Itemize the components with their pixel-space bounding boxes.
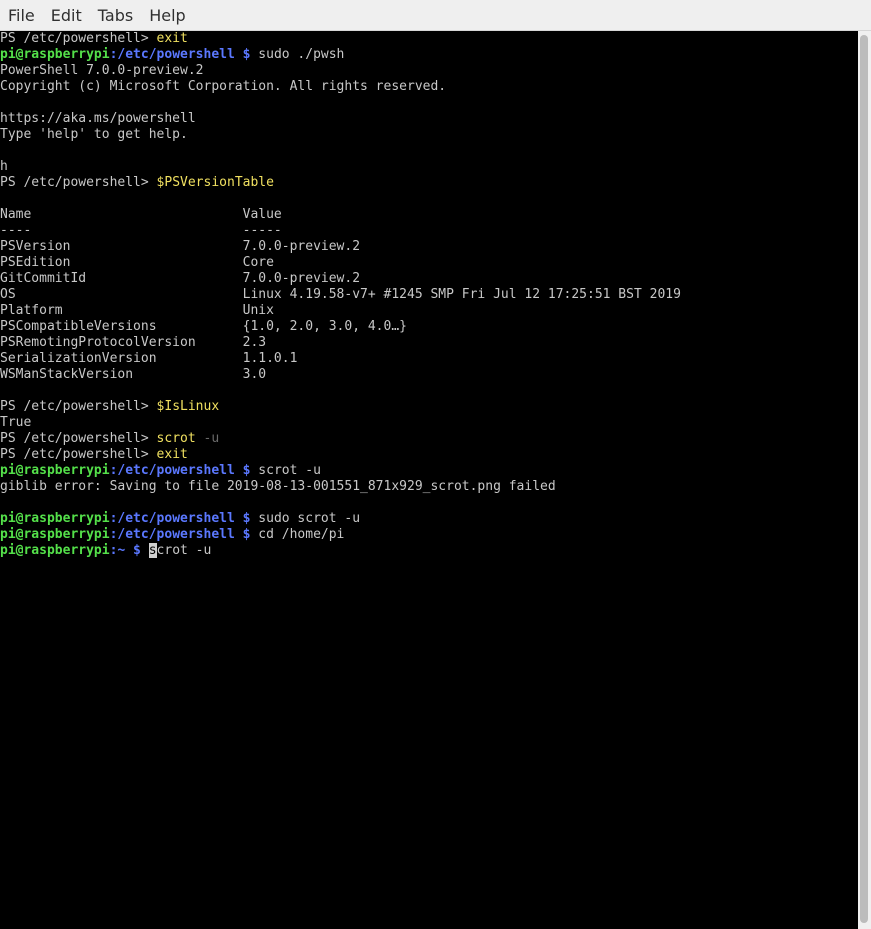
terminal-text: Copyright (c) Microsoft Corporation. All…: [0, 79, 447, 94]
terminal-line: GitCommitId 7.0.0-preview.2: [0, 271, 858, 287]
terminal-line: Copyright (c) Microsoft Corporation. All…: [0, 79, 858, 95]
terminal-text: crot -u: [156, 543, 212, 558]
terminal-cursor: s: [148, 543, 157, 558]
terminal-text: PSCompatibleVersions {1.0, 2.0, 3.0, 4.0…: [0, 319, 407, 334]
terminal-text: https://aka.ms/powershell: [0, 111, 196, 126]
terminal-text: Type 'help' to get help.: [0, 127, 188, 142]
terminal-line: pi@raspberrypi:/etc/powershell $ scrot -…: [0, 463, 858, 479]
terminal-line: Type 'help' to get help.: [0, 127, 858, 143]
terminal-line: PS /etc/powershell> scrot -u: [0, 431, 858, 447]
terminal-text: ---- -----: [0, 223, 282, 238]
terminal-text: giblib error: Saving to file 2019-08-13-…: [0, 479, 556, 494]
terminal-line: pi@raspberrypi:/etc/powershell $ sudo ./…: [0, 47, 858, 63]
terminal-text: pi@raspberrypi: [0, 463, 110, 478]
terminal-line: Platform Unix: [0, 303, 858, 319]
terminal-line: PS /etc/powershell> $PSVersionTable: [0, 175, 858, 191]
terminal-text: sudo scrot -u: [250, 511, 361, 526]
terminal-text: OS Linux 4.19.58-v7+ #1245 SMP Fri Jul 1…: [0, 287, 681, 302]
terminal-text: :/etc/powershell $: [109, 47, 251, 62]
terminal-text: pi@raspberrypi: [0, 47, 110, 62]
terminal-text: PS /etc/powershell>: [0, 431, 157, 446]
terminal-text: Platform Unix: [0, 303, 274, 318]
menu-edit[interactable]: Edit: [43, 0, 90, 31]
terminal-line: h: [0, 159, 858, 175]
terminal-lines: PS /etc/powershell> exit pi@raspberrypi:/…: [0, 31, 858, 559]
terminal-text: :/etc/powershell $: [109, 527, 251, 542]
terminal-text: -u: [195, 431, 220, 446]
terminal-text: scrot: [156, 431, 196, 446]
terminal-line: ---- -----: [0, 223, 858, 239]
terminal-text: PS /etc/powershell>: [0, 447, 157, 462]
terminal-line: PowerShell 7.0.0-preview.2: [0, 63, 858, 79]
terminal-line: PSRemotingProtocolVersion 2.3: [0, 335, 858, 351]
menu-tabs[interactable]: Tabs: [90, 0, 141, 31]
terminal-text: sudo ./pwsh: [250, 47, 345, 62]
terminal-text: exit: [156, 31, 188, 46]
terminal-line: PSVersion 7.0.0-preview.2: [0, 239, 858, 255]
terminal-line: pi@raspberrypi:/etc/powershell $ sudo sc…: [0, 511, 858, 527]
terminal-text: PS /etc/powershell>: [0, 399, 157, 414]
terminal-line: pi@raspberrypi:/etc/powershell $ cd /hom…: [0, 527, 858, 543]
terminal-text: cd /home/pi: [250, 527, 345, 542]
terminal-line: WSManStackVersion 3.0: [0, 367, 858, 383]
terminal-text: :~ $: [109, 543, 141, 558]
scrollbar-thumb[interactable]: [860, 35, 868, 923]
terminal-text: WSManStackVersion 3.0: [0, 367, 267, 382]
terminal-text: pi@raspberrypi: [0, 543, 110, 558]
terminal-line: PSEdition Core: [0, 255, 858, 271]
terminal-line: OS Linux 4.19.58-v7+ #1245 SMP Fri Jul 1…: [0, 287, 858, 303]
terminal-line: pi@raspberrypi:~ $ scrot -u: [0, 543, 858, 559]
terminal-line: PS /etc/powershell> exit: [0, 31, 858, 47]
terminal-line: https://aka.ms/powershell: [0, 111, 858, 127]
terminal-line: PSCompatibleVersions {1.0, 2.0, 3.0, 4.0…: [0, 319, 858, 335]
terminal-text: PSVersion 7.0.0-preview.2: [0, 239, 361, 254]
terminal-line: giblib error: Saving to file 2019-08-13-…: [0, 479, 858, 495]
terminal-line: Name Value: [0, 207, 858, 223]
terminal-text: scrot -u: [250, 463, 321, 478]
terminal-text: Name Value: [0, 207, 282, 222]
terminal-text: h: [0, 159, 8, 174]
terminal-text: GitCommitId 7.0.0-preview.2: [0, 271, 361, 286]
terminal-text: :/etc/powershell $: [109, 511, 251, 526]
terminal-line: PS /etc/powershell> $IsLinux: [0, 399, 858, 415]
terminal-text: PS /etc/powershell>: [0, 31, 157, 46]
terminal-line: True: [0, 415, 858, 431]
terminal-text: $IsLinux: [156, 399, 220, 414]
terminal-text: $PSVersionTable: [156, 175, 274, 190]
terminal-text: PowerShell 7.0.0-preview.2: [0, 63, 204, 78]
terminal-text: :/etc/powershell $: [109, 463, 251, 478]
terminal-text: SerializationVersion 1.1.0.1: [0, 351, 298, 366]
terminal-text: PS /etc/powershell>: [0, 175, 157, 190]
terminal-text: exit: [156, 447, 188, 462]
terminal-text: PSEdition Core: [0, 255, 274, 270]
terminal-line: PS /etc/powershell> exit: [0, 447, 858, 463]
vertical-scrollbar[interactable]: [858, 31, 871, 929]
terminal-output[interactable]: PS /etc/powershell> exit pi@raspberrypi:/…: [0, 31, 858, 929]
terminal-text: pi@raspberrypi: [0, 527, 110, 542]
terminal-text: True: [0, 415, 32, 430]
menu-file[interactable]: File: [0, 0, 43, 31]
terminal-line: SerializationVersion 1.1.0.1: [0, 351, 858, 367]
menu-help[interactable]: Help: [141, 0, 193, 31]
terminal-text: pi@raspberrypi: [0, 511, 110, 526]
menu-bar: File Edit Tabs Help: [0, 0, 871, 31]
terminal-text: PSRemotingProtocolVersion 2.3: [0, 335, 267, 350]
